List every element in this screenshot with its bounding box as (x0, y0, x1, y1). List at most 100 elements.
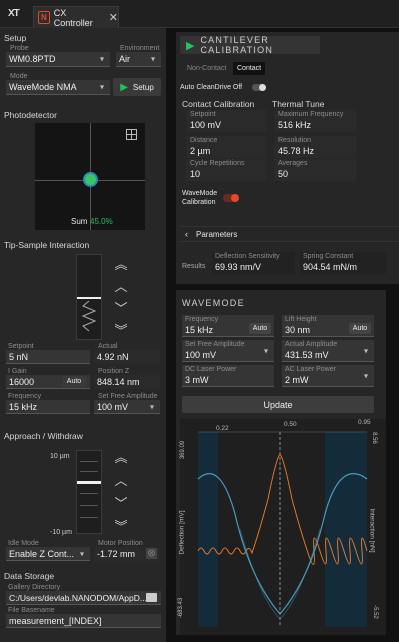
frequency-input[interactable]: 15 kHz (6, 400, 90, 414)
cal-setpoint-value: 100 mV (190, 120, 222, 130)
auto-clean-toggle[interactable] (252, 84, 266, 91)
wavemode-title: WAVEMODE (182, 298, 245, 308)
ac-laser-select[interactable]: AC Laser Power 2 mW (282, 365, 374, 387)
spring-icon (81, 301, 97, 332)
tab-contact[interactable]: Contact (233, 62, 266, 75)
auto-clean-knob (259, 84, 266, 91)
dc-laser-input[interactable]: DC Laser Power 3 mW (182, 365, 274, 387)
approach-slider-tick-4 (80, 505, 98, 506)
wm-frequency-value: 15 kHz (185, 325, 214, 335)
resolution-field[interactable]: Resolution 45.78 Hz (274, 136, 356, 158)
tab-title: CX Controller (53, 7, 93, 28)
gallery-value: C:/Users/devlab.NANODOM/AppD... (9, 593, 147, 603)
deflection-sensitivity-value: 69.93 nm/V (215, 262, 262, 272)
actual-readout: 4.92 nN (94, 350, 160, 364)
approach-fast-down-icon[interactable]: ︾ (112, 324, 130, 337)
play-icon: ▶ (120, 81, 128, 93)
environment-select[interactable]: Air (116, 52, 161, 67)
close-tab-icon[interactable]: ✕ (109, 11, 118, 24)
actual-amplitude-select[interactable]: Actual Amplitude 431.53 mV (282, 340, 374, 362)
withdraw-fast-up-icon[interactable]: ︽ (112, 451, 130, 464)
withdraw-up-icon[interactable]: ︿ (112, 474, 130, 487)
spring-constant-value: 904.54 mN/m (303, 262, 358, 272)
i-gain-auto-button[interactable]: Auto (62, 376, 86, 387)
approach-title: Approach / Withdraw (4, 431, 83, 441)
set-free-amplitude-select[interactable]: 100 mV (94, 400, 160, 414)
ac-laser-label: AC Laser Power (285, 366, 336, 373)
actual-label: Actual (98, 343, 118, 350)
averages-field[interactable]: Averages 50 (274, 159, 356, 181)
wm-frequency-input[interactable]: Frequency 15 kHz Auto (182, 315, 274, 337)
z-gauge-marker (77, 297, 101, 299)
gallery-input[interactable]: C:/Users/devlab.NANODOM/AppD... (6, 591, 161, 605)
deflection-sensitivity-readout: Deflection Sensitivity 69.93 nm/V (212, 252, 295, 274)
wm-set-free-amplitude-select[interactable]: Set Free Amplitude 100 mV (182, 340, 274, 362)
idle-mode-select[interactable]: Enable Z Cont... (6, 547, 90, 561)
approach-slider-tick-1 (80, 461, 98, 462)
mode-value: WaveMode NMA (9, 82, 77, 92)
approach-fast-up-icon[interactable]: ︽ (112, 258, 130, 271)
tab-non-contact[interactable]: Non-Contact (187, 65, 226, 72)
approach-slider-handle[interactable] (77, 481, 101, 484)
gallery-label: Gallery Directory (8, 584, 61, 591)
setup-title: Setup (4, 33, 27, 43)
withdraw-down-icon[interactable]: ﹀ (112, 497, 130, 510)
left-bottom-value: -683.43 (178, 597, 185, 619)
distance-label: Distance (190, 137, 218, 144)
resolution-label: Resolution (278, 137, 312, 144)
actual-value: 4.92 nN (97, 352, 129, 362)
calibration-play-icon: ▶ (186, 39, 195, 52)
motor-position-label: Motor Position (98, 540, 143, 547)
right-bottom-value: -5.52 (371, 605, 378, 619)
setup-button-label: Setup (132, 82, 154, 92)
wavemode-calibration-toggle[interactable] (223, 194, 239, 202)
calibration-run-button[interactable]: ▶ CANTILEVER CALIBRATION (180, 35, 320, 55)
grid-toggle-icon[interactable] (126, 129, 137, 140)
probe-select[interactable]: WM0.8PTD (6, 52, 110, 67)
i-gain-input[interactable]: 16000 Auto (6, 375, 90, 389)
left-top-value: 369.09 (180, 440, 187, 460)
position-z-readout: 848.14 nm (94, 375, 160, 389)
actual-amplitude-label: Actual Amplitude (285, 341, 338, 348)
approach-top-label: 10 µm (50, 453, 70, 460)
interaction-axis-label: Interaction [nN] (368, 508, 376, 553)
idle-mode-value: Enable Z Cont... (9, 549, 75, 559)
photodetector-view: Sum 45.0% (35, 123, 145, 230)
set-free-amplitude-value: 100 mV (97, 402, 129, 412)
update-button[interactable]: Update (182, 396, 374, 413)
top-tick-1: 0.22 (216, 425, 229, 432)
lift-height-auto-button[interactable]: Auto (349, 323, 371, 334)
waveform-plot: 0.22 0.50 0.95 369.09 -683.43 Deflection… (178, 419, 386, 635)
cycle-repetitions-value: 10 (190, 169, 201, 179)
wm-frequency-auto-button[interactable]: Auto (249, 323, 271, 334)
folder-icon[interactable] (146, 593, 157, 602)
distance-field[interactable]: Distance 2 µm (186, 136, 267, 158)
setup-button[interactable]: ▶ Setup (113, 78, 161, 96)
idle-mode-label: Idle Mode (8, 540, 39, 547)
motor-stop-icon[interactable]: ⨂ (146, 548, 157, 559)
lift-height-input[interactable]: Lift Height 30 nm Auto (282, 315, 374, 337)
approach-slider[interactable] (76, 450, 102, 534)
max-frequency-field[interactable]: Maximum Frequency 516 kHz (274, 110, 356, 132)
auto-clean-label: Auto CleanDrive Off (180, 84, 243, 91)
photodetector-title: Photodetector (4, 110, 57, 120)
cycle-repetitions-field[interactable]: Cycle Repetitions 10 (186, 159, 267, 181)
spring-constant-label: Spring Constant (303, 253, 354, 260)
max-frequency-value: 516 kHz (278, 120, 312, 130)
basename-input[interactable]: measurement_[INDEX] (6, 614, 161, 628)
tab-cx-controller[interactable]: N CX Controller ✕ (33, 6, 119, 28)
mode-label: Mode (10, 73, 28, 80)
mode-select[interactable]: WaveMode NMA (6, 80, 110, 95)
i-gain-value: 16000 (9, 377, 35, 387)
setpoint-input[interactable]: 5 nN (6, 350, 90, 364)
approach-up-icon[interactable]: ︿ (112, 280, 130, 293)
basename-label: File Basename (8, 607, 55, 614)
probe-value: WM0.8PTD (9, 54, 56, 64)
averages-value: 50 (278, 169, 289, 179)
frequency-label: Frequency (8, 393, 42, 400)
parameters-expander[interactable]: ‹ Parameters (180, 226, 399, 242)
cal-setpoint-field[interactable]: Setpoint 100 mV (186, 110, 267, 132)
withdraw-fast-down-icon[interactable]: ︾ (112, 520, 130, 533)
laser-spot (85, 174, 96, 185)
approach-down-icon[interactable]: ﹀ (112, 302, 130, 315)
